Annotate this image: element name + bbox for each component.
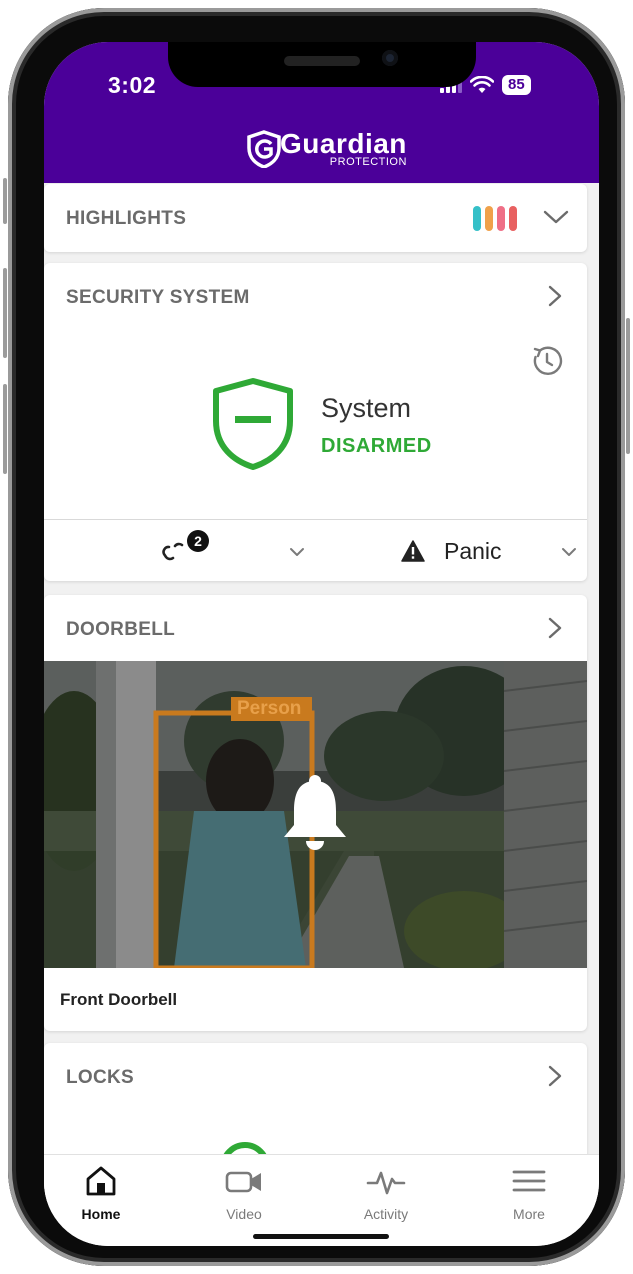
chevron-right-icon[interactable]	[544, 285, 566, 307]
disarmed-shield-icon	[213, 378, 293, 470]
highlights-title: HIGHLIGHTS	[66, 208, 187, 229]
security-system-title: SECURITY SYSTEM	[66, 287, 250, 308]
bottom-tab-bar: Home Video Activity More	[44, 1154, 599, 1246]
tab-video[interactable]: Video	[194, 1165, 294, 1222]
tab-more-label: More	[513, 1206, 545, 1222]
tab-more[interactable]: More	[479, 1165, 579, 1222]
battery-indicator: 85	[502, 75, 531, 95]
security-system-card[interactable]: SECURITY SYSTEM System DISARMED 2 Panic	[44, 263, 587, 581]
doorbell-card[interactable]: DOORBELL Person Front Doorbell	[44, 595, 587, 1031]
app-screen: 3:02 85 Guardian PROTECTION HIGHLIGHTS S…	[44, 42, 599, 1246]
system-state: DISARMED	[321, 435, 432, 457]
doorbell-title: DOORBELL	[66, 619, 176, 640]
home-icon	[86, 1166, 116, 1196]
doorbell-bell-icon	[284, 775, 346, 850]
activity-icon	[366, 1171, 406, 1195]
locks-title: LOCKS	[66, 1067, 134, 1088]
security-actions-row: 2 Panic	[44, 519, 587, 582]
chevron-right-icon[interactable]	[544, 617, 566, 639]
chevron-right-icon[interactable]	[544, 1065, 566, 1087]
camera-notch	[168, 42, 476, 87]
highlight-stripe	[473, 206, 481, 231]
panic-label: Panic	[444, 538, 502, 564]
earpiece-speaker	[284, 56, 360, 66]
highlights-color-stripes	[473, 206, 517, 231]
sensor-count-badge: 2	[187, 530, 209, 552]
volume-down-button	[3, 384, 7, 474]
chevron-down-icon	[562, 548, 576, 556]
detection-label: Person	[237, 698, 302, 719]
panic-dropdown[interactable]: Panic	[315, 520, 587, 582]
home-indicator[interactable]	[253, 1234, 389, 1239]
chevron-down-icon	[290, 548, 304, 556]
highlight-stripe	[497, 206, 505, 231]
guardian-shield-icon	[247, 130, 281, 168]
front-camera	[382, 50, 398, 66]
warning-icon	[401, 540, 425, 562]
tab-video-label: Video	[226, 1206, 262, 1222]
silent-switch	[3, 178, 7, 224]
status-time: 3:02	[108, 72, 157, 98]
history-icon[interactable]	[531, 345, 563, 377]
sensors-dropdown[interactable]: 2	[44, 520, 315, 582]
tab-home-label: Home	[81, 1206, 121, 1222]
highlight-stripe	[485, 206, 493, 231]
tab-home[interactable]: Home	[51, 1165, 151, 1222]
doorbell-device-name: Front Doorbell	[60, 990, 178, 1009]
volume-up-button	[3, 268, 7, 358]
brand-name: Guardian	[280, 128, 407, 159]
chevron-down-icon[interactable]	[542, 208, 570, 226]
video-icon	[225, 1171, 261, 1193]
highlight-stripe	[509, 206, 517, 231]
power-button	[626, 318, 630, 454]
highlights-card[interactable]: HIGHLIGHTS	[44, 184, 587, 252]
guardian-logo: Guardian PROTECTION	[246, 130, 407, 168]
system-label: System	[321, 393, 412, 423]
tab-activity-label: Activity	[363, 1206, 409, 1222]
wifi-icon	[470, 76, 494, 93]
tab-activity[interactable]: Activity	[336, 1165, 436, 1222]
menu-icon	[512, 1170, 546, 1192]
doorbell-snapshot[interactable]: Person	[44, 661, 587, 968]
